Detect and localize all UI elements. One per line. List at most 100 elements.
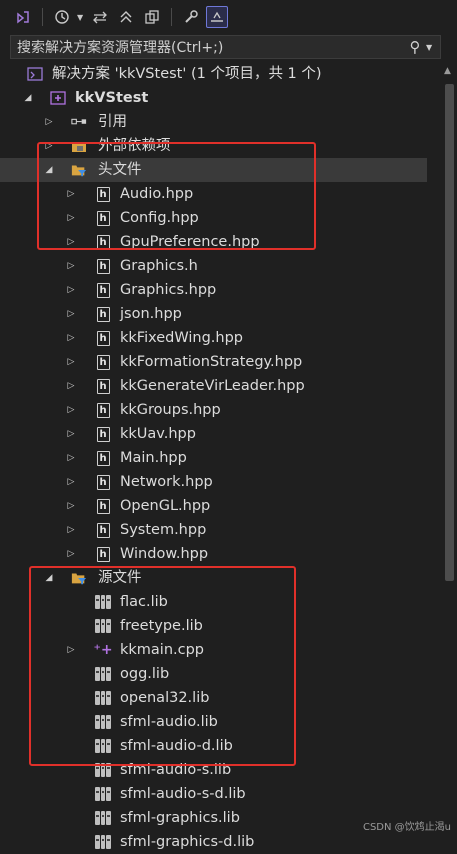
header-file-item[interactable]: ▷ h Graphics.hpp — [0, 278, 427, 302]
header-file-label: System.hpp — [120, 522, 207, 538]
cpp-file-item[interactable]: ▷ ⁺+ kkmain.cpp — [0, 638, 427, 662]
scroll-up-icon[interactable]: ▲ — [444, 66, 451, 76]
preview-icon[interactable] — [206, 6, 228, 28]
h-glyph: h — [96, 306, 110, 322]
header-file-item[interactable]: ▷ h System.hpp — [0, 518, 427, 542]
h-glyph: h — [96, 474, 110, 490]
lib-file-item[interactable]: freetype.lib — [0, 614, 427, 638]
external-deps-label: 外部依赖项 — [98, 138, 171, 154]
header-file-icon: h — [95, 330, 111, 346]
header-file-item[interactable]: ▷ h Main.hpp — [0, 446, 427, 470]
copy-icon[interactable] — [141, 6, 163, 28]
h-glyph: h — [96, 330, 110, 346]
collapsed-arrow-icon[interactable]: ▷ — [66, 302, 76, 326]
collapsed-arrow-icon[interactable]: ▷ — [66, 422, 76, 446]
collapsed-arrow-icon[interactable]: ▷ — [66, 398, 76, 422]
collapsed-arrow-icon[interactable]: ▷ — [66, 206, 76, 230]
project-node[interactable]: ◢ kkVStest — [0, 86, 427, 110]
header-file-item[interactable]: ▷ h kkUav.hpp — [0, 422, 427, 446]
header-file-item[interactable]: ▷ h OpenGL.hpp — [0, 494, 427, 518]
project-label: kkVStest — [75, 90, 149, 106]
collapsed-arrow-icon[interactable]: ▷ — [66, 374, 76, 398]
sync-icon[interactable] — [89, 6, 111, 28]
header-file-icon: h — [95, 210, 111, 226]
toolbar-separator — [171, 8, 172, 26]
file-label: flac.lib — [120, 594, 168, 610]
collapsed-arrow-icon[interactable]: ▷ — [66, 446, 76, 470]
header-file-label: kkGroups.hpp — [120, 402, 221, 418]
header-file-item[interactable]: ▷ h Graphics.h — [0, 254, 427, 278]
h-glyph: h — [96, 354, 110, 370]
books-icon — [95, 667, 112, 681]
header-file-item[interactable]: ▷ h kkGenerateVirLeader.hpp — [0, 374, 427, 398]
lib-file-icon — [95, 666, 112, 682]
search-input[interactable]: 搜索解决方案资源管理器(Ctrl+;) — [11, 37, 404, 57]
lib-file-item[interactable]: flac.lib — [0, 590, 427, 614]
h-glyph: h — [96, 282, 110, 298]
search-box[interactable]: 搜索解决方案资源管理器(Ctrl+;) ⚲ ▼ — [10, 35, 441, 59]
header-file-item[interactable]: ▷ h GpuPreference.hpp — [0, 230, 427, 254]
solution-node[interactable]: 解决方案 'kkVStest' (1 个项目，共 1 个) — [0, 62, 427, 86]
header-file-item[interactable]: ▷ h kkFixedWing.hpp — [0, 326, 427, 350]
books-icon — [95, 715, 112, 729]
collapsed-arrow-icon[interactable]: ▷ — [66, 542, 76, 566]
collapsed-arrow-icon[interactable]: ▷ — [66, 254, 76, 278]
header-file-item[interactable]: ▷ h kkFormationStrategy.hpp — [0, 350, 427, 374]
h-glyph: h — [96, 498, 110, 514]
solution-icon — [27, 66, 43, 82]
books-icon — [95, 763, 112, 777]
toolbar-separator — [42, 8, 43, 26]
vertical-scrollbar[interactable]: ▲ — [441, 62, 457, 839]
collapsed-arrow-icon[interactable]: ▷ — [66, 326, 76, 350]
lib-file-item[interactable]: sfml-graphics-d.lib — [0, 830, 427, 854]
vs-icon[interactable] — [12, 6, 34, 28]
history-icon[interactable] — [51, 6, 73, 28]
collapsed-arrow-icon[interactable]: ▷ — [66, 638, 76, 662]
collapsed-arrow-icon[interactable]: ▷ — [66, 494, 76, 518]
collapsed-arrow-icon[interactable]: ▷ — [66, 230, 76, 254]
expanded-arrow-icon[interactable]: ◢ — [44, 566, 54, 590]
source-folder-label: 源文件 — [98, 570, 142, 586]
lib-file-item[interactable]: ogg.lib — [0, 662, 427, 686]
search-icon[interactable]: ⚲ — [404, 38, 426, 56]
collapsed-arrow-icon[interactable]: ▷ — [66, 350, 76, 374]
header-file-item[interactable]: ▷ h Network.hpp — [0, 470, 427, 494]
h-glyph: h — [96, 186, 110, 202]
expanded-arrow-icon[interactable]: ◢ — [23, 86, 33, 110]
scrollbar-thumb[interactable] — [445, 84, 454, 581]
lib-file-item[interactable]: sfml-audio-s.lib — [0, 758, 427, 782]
expanded-arrow-icon[interactable]: ◢ — [44, 158, 54, 182]
lib-file-item[interactable]: openal32.lib — [0, 686, 427, 710]
lib-file-item[interactable]: sfml-audio-d.lib — [0, 734, 427, 758]
chevron-down-icon[interactable]: ▼ — [77, 13, 85, 22]
external-deps-node[interactable]: ▷ 外部依赖项 — [0, 134, 427, 158]
source-folder-node[interactable]: ◢ 源文件 — [0, 566, 427, 590]
header-file-item[interactable]: ▷ h Config.hpp — [0, 206, 427, 230]
external-deps-icon — [71, 138, 87, 154]
collapsed-arrow-icon[interactable]: ▷ — [44, 110, 54, 134]
solution-label: 解决方案 'kkVStest' (1 个项目，共 1 个) — [52, 66, 322, 82]
header-file-label: OpenGL.hpp — [120, 498, 211, 514]
lib-file-item[interactable]: sfml-audio-s-d.lib — [0, 782, 427, 806]
header-folder-node[interactable]: ◢ 头文件 — [0, 158, 427, 182]
lib-file-item[interactable]: sfml-audio.lib — [0, 710, 427, 734]
chevron-down-icon[interactable]: ▼ — [426, 43, 440, 52]
header-file-item[interactable]: ▷ h json.hpp — [0, 302, 427, 326]
collapsed-arrow-icon[interactable]: ▷ — [66, 518, 76, 542]
wrench-icon[interactable] — [180, 6, 202, 28]
lib-file-icon — [95, 690, 112, 706]
file-label: freetype.lib — [120, 618, 203, 634]
collapsed-arrow-icon[interactable]: ▷ — [66, 470, 76, 494]
h-glyph: h — [96, 402, 110, 418]
books-icon — [95, 619, 112, 633]
project-icon — [50, 90, 66, 106]
header-file-icon: h — [95, 522, 111, 538]
collapse-icon[interactable] — [115, 6, 137, 28]
collapsed-arrow-icon[interactable]: ▷ — [66, 182, 76, 206]
references-node[interactable]: ▷ 引用 — [0, 110, 427, 134]
collapsed-arrow-icon[interactable]: ▷ — [44, 134, 54, 158]
collapsed-arrow-icon[interactable]: ▷ — [66, 278, 76, 302]
header-file-item[interactable]: ▷ h Audio.hpp — [0, 182, 427, 206]
header-file-item[interactable]: ▷ h kkGroups.hpp — [0, 398, 427, 422]
header-file-item[interactable]: ▷ h Window.hpp — [0, 542, 427, 566]
